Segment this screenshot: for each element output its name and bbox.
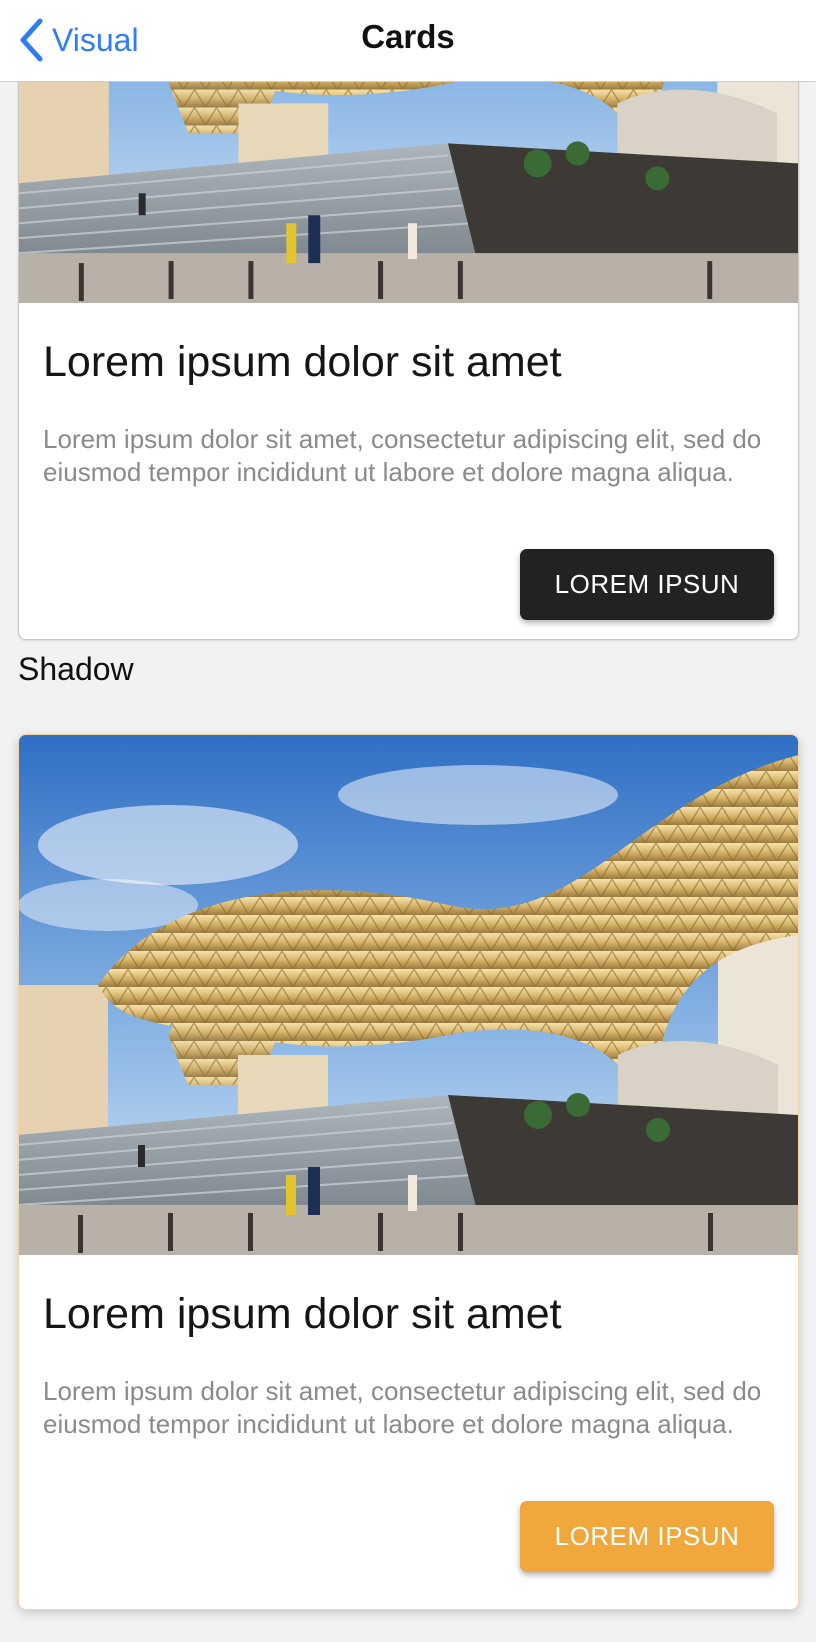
metropol-parasol-photo	[19, 82, 798, 303]
card-description: Lorem ipsum dolor sit amet, consectetur …	[43, 424, 762, 487]
card-image	[19, 735, 798, 1255]
card-description: Lorem ipsum dolor sit amet, consectetur …	[43, 1376, 762, 1439]
card-action-button[interactable]: LOREM IPSUN	[520, 1501, 774, 1572]
card-shadow: Lorem ipsum dolor sit amet Lorem ipsum d…	[18, 734, 799, 1610]
metropol-parasol-photo	[19, 735, 798, 1255]
section-label-shadow: Shadow	[18, 651, 134, 687]
page-title: Cards	[361, 18, 455, 55]
navigation-bar: Visual Cards	[0, 0, 816, 82]
card-title: Lorem ipsum dolor sit amet	[43, 1290, 562, 1338]
card-title: Lorem ipsum dolor sit amet	[43, 338, 562, 386]
card-action-button[interactable]: LOREM IPSUN	[520, 549, 774, 620]
content-scroll-area[interactable]: Lorem ipsum dolor sit amet Lorem ipsum d…	[0, 82, 816, 1642]
card-basic: Lorem ipsum dolor sit amet Lorem ipsum d…	[18, 82, 799, 640]
card-image	[19, 82, 798, 303]
